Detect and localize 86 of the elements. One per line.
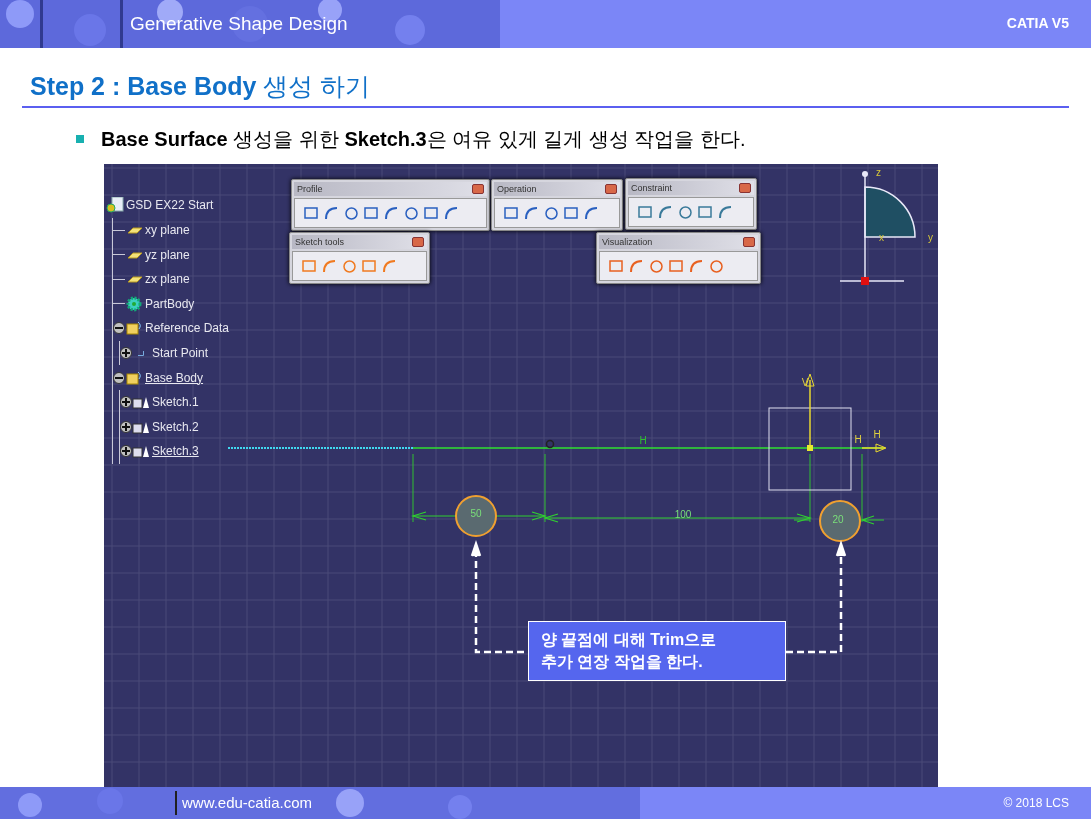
tool-icon[interactable] (648, 257, 665, 275)
tool-icon[interactable] (717, 203, 734, 221)
tool-icon[interactable] (523, 204, 540, 222)
extension-line (809, 453, 811, 523)
expand-icon[interactable] (120, 420, 132, 433)
expand-icon[interactable] (120, 445, 132, 458)
tool-icon[interactable] (343, 204, 360, 222)
tool-icon[interactable] (423, 204, 440, 222)
tool-icon[interactable] (503, 204, 520, 222)
tree-item[interactable]: Reference Data (145, 319, 230, 338)
tool-icon[interactable] (341, 257, 358, 275)
dimension-label: 100 (674, 509, 692, 521)
axis-label: H (854, 434, 862, 446)
tool-icon[interactable] (668, 257, 685, 275)
tool-icon[interactable] (688, 257, 705, 275)
constraint-label: H (639, 435, 647, 447)
close-icon[interactable] (739, 183, 751, 194)
document-icon (106, 197, 124, 214)
toolbar-title: Constraint (631, 183, 673, 193)
tree-item[interactable]: PartBody (145, 294, 195, 313)
extension-line (861, 453, 863, 523)
axis-label: H (873, 429, 881, 441)
tree-item[interactable]: Sketch.3 (152, 442, 199, 461)
close-icon[interactable] (412, 237, 424, 248)
tree-item[interactable]: Sketch.1 (152, 393, 199, 412)
tool-icon[interactable] (628, 257, 645, 275)
bullet-icon (76, 135, 84, 144)
tool-icon[interactable] (657, 203, 674, 221)
tool-icon[interactable] (608, 257, 625, 275)
tool-icon[interactable] (443, 204, 460, 222)
expand-icon[interactable] (120, 347, 132, 360)
dimension-label: 20 (832, 514, 844, 526)
tree-item[interactable]: GSD EX22 Start (126, 196, 214, 215)
horizontal-axis-arrow (861, 443, 887, 453)
tree-item[interactable]: Sketch.2 (152, 417, 199, 436)
tree-item[interactable]: xy plane (145, 221, 190, 240)
toolbar-title: Operation (497, 184, 537, 194)
tool-icon[interactable] (677, 203, 694, 221)
axis-label: z (876, 167, 881, 179)
tool-icon[interactable] (383, 204, 400, 222)
tool-icon[interactable] (708, 257, 725, 275)
expand-icon[interactable] (120, 396, 132, 409)
toolbar-title: Profile (297, 184, 323, 194)
axis-label: y (928, 232, 933, 244)
tool-icon[interactable] (323, 204, 340, 222)
callout-text: 추가 연장 작업을 한다. (541, 652, 704, 673)
header-title: Generative Shape Design (130, 11, 348, 36)
tool-icon[interactable] (303, 204, 320, 222)
tool-icon[interactable] (697, 203, 714, 221)
tool-icon[interactable] (583, 204, 600, 222)
gear-icon (125, 295, 143, 312)
step-title: Step 2 : Base Body 생성 하기 (30, 71, 371, 100)
tool-icon[interactable] (543, 204, 560, 222)
extension-line (544, 453, 546, 523)
tree-item[interactable]: Start Point (152, 344, 209, 363)
highlight-circle (455, 495, 497, 538)
website-link[interactable]: www.edu-catia.com (182, 791, 313, 815)
extension-line (412, 453, 414, 523)
collapse-icon[interactable] (113, 322, 125, 335)
bullet-text: Base Surface 생성을 위한 Sketch.3은 여유 있게 길게 생성 작업을 한다. (101, 127, 746, 153)
toolbar-title: Visualization (602, 237, 653, 247)
tree-item[interactable]: zx plane (145, 270, 190, 289)
tool-icon[interactable] (563, 204, 580, 222)
callout-text: 양 끝점에 대해 Trim으로 (541, 630, 718, 651)
dimension-label: 50 (470, 508, 482, 520)
highlight-circle (819, 500, 861, 543)
close-icon[interactable] (605, 184, 617, 195)
point-icon (138, 350, 144, 356)
close-icon[interactable] (472, 184, 484, 195)
set-icon (125, 320, 143, 337)
copyright-text: © 2018 LCS (1003, 795, 1069, 813)
close-icon[interactable] (743, 237, 755, 248)
set-icon (125, 369, 143, 386)
tree-item[interactable]: Base Body (145, 368, 204, 387)
tool-icon[interactable] (321, 257, 338, 275)
product-name: CATIA V5 (1006, 14, 1069, 34)
tool-icon[interactable] (381, 257, 398, 275)
origin-point (807, 445, 813, 452)
axis-label: x (879, 232, 884, 244)
tool-icon[interactable] (403, 204, 420, 222)
tree-item[interactable]: yz plane (145, 245, 190, 264)
collapse-icon[interactable] (113, 371, 125, 384)
tool-icon[interactable] (637, 203, 654, 221)
coincidence-icon (545, 439, 555, 449)
toolbar-title: Sketch tools (295, 237, 345, 247)
tool-icon[interactable] (363, 204, 380, 222)
